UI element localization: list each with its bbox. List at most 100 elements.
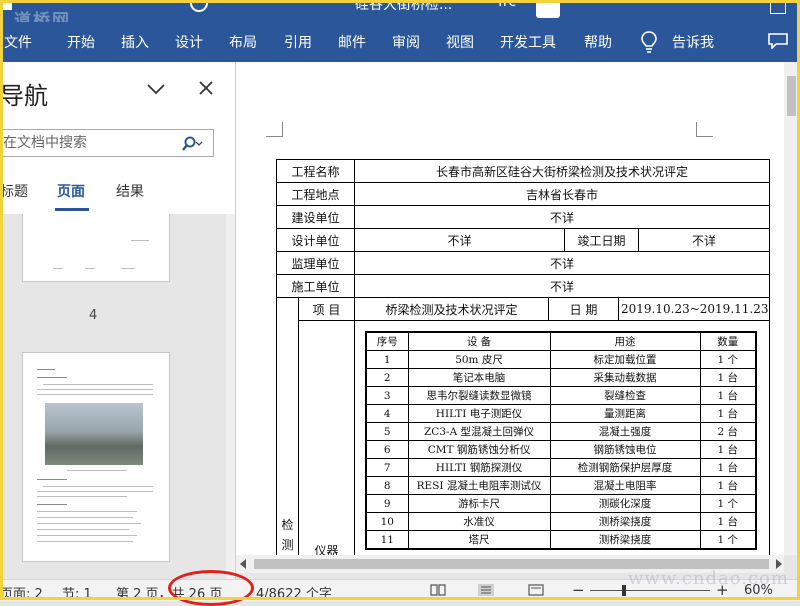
web-layout-icon[interactable] bbox=[528, 584, 544, 596]
instrument-row: 8 RESI 混凝土电阻率测试仪 混凝土电阻率 1 台 bbox=[365, 476, 757, 495]
tab-home[interactable]: 开始 bbox=[67, 32, 95, 52]
detect-label: 检测 bbox=[276, 297, 299, 555]
equipment-quantity: 1 个 bbox=[699, 350, 757, 369]
tab-design[interactable]: 设计 bbox=[175, 32, 203, 52]
equipment-quantity: 1 台 bbox=[699, 458, 757, 477]
date-value: 2019.10.23~2019.11.23 bbox=[618, 297, 771, 321]
search-icon[interactable] bbox=[181, 136, 203, 152]
item-label: 项 目 bbox=[297, 297, 356, 321]
equipment-purpose: 标定加载位置 bbox=[549, 350, 701, 369]
nav-search-box bbox=[0, 129, 214, 157]
user-name[interactable]: frc bbox=[498, 0, 516, 10]
tab-help[interactable]: 帮助 bbox=[584, 32, 612, 52]
tab-references[interactable]: 引用 bbox=[284, 32, 312, 52]
date-label: 日 期 bbox=[548, 297, 620, 321]
close-icon[interactable] bbox=[198, 80, 214, 96]
page-thumbnail-4[interactable] bbox=[22, 214, 170, 282]
zoom-slider-track[interactable] bbox=[590, 590, 710, 591]
completion-label: 竣工日期 bbox=[564, 228, 640, 252]
tab-mailings[interactable]: 邮件 bbox=[338, 32, 366, 52]
equipment-purpose: 测桥梁挠度 bbox=[549, 530, 701, 550]
print-layout-icon[interactable] bbox=[478, 584, 494, 596]
col-header: 数量 bbox=[699, 331, 757, 351]
restore-icon[interactable] bbox=[770, 0, 786, 14]
equipment-name: HILTI 钢筋探测仪 bbox=[407, 458, 551, 477]
instrument-row: 1 50m 皮尺 标定加载位置 1 个 bbox=[365, 350, 757, 369]
read-mode-icon[interactable] bbox=[430, 584, 446, 596]
instrument-row: 10 水准仪 测桥梁挠度 1 台 bbox=[365, 512, 757, 531]
title-bar: 道桥网 硅谷大街桥检... frc bbox=[0, 0, 800, 22]
page-thumbnail-5[interactable] bbox=[22, 352, 170, 562]
project-name-label: 工程名称 bbox=[275, 159, 356, 183]
chevron-down-icon[interactable] bbox=[146, 82, 166, 96]
status-word-count[interactable]: 4/8622 个字 bbox=[256, 583, 332, 602]
project-info-table: 工程名称 长春市高新区硅谷大街桥梁检测及技术状况评定 工程地点 吉林省长春市 建… bbox=[275, 159, 771, 555]
comment-icon[interactable] bbox=[768, 33, 788, 49]
site-logo-watermark: 道桥网 bbox=[14, 11, 71, 22]
equipment-purpose: 测桥梁挠度 bbox=[549, 512, 701, 531]
save-icon[interactable] bbox=[0, 0, 12, 10]
status-page[interactable]: 页面: 2 bbox=[0, 583, 43, 602]
active-tab-indicator bbox=[55, 208, 89, 211]
equipment-purpose: 测碳化深度 bbox=[549, 494, 701, 513]
lightbulb-icon[interactable] bbox=[640, 31, 658, 53]
equipment-name: 笔记本电脑 bbox=[407, 368, 551, 387]
row-number: 10 bbox=[365, 512, 409, 531]
equipment-quantity: 2 台 bbox=[699, 422, 757, 441]
equipment-purpose: 钢筋锈蚀电位 bbox=[549, 440, 701, 459]
scroll-left-icon[interactable] bbox=[240, 559, 246, 569]
bridge-photo-thumbnail bbox=[45, 403, 143, 465]
tell-me-search[interactable]: 告诉我 bbox=[672, 32, 714, 52]
search-icon[interactable] bbox=[190, 0, 208, 12]
equipment-purpose: 混凝土强度 bbox=[549, 422, 701, 441]
zoom-slider-knob[interactable] bbox=[622, 585, 626, 596]
thumbnail-page-number: 4 bbox=[89, 308, 98, 323]
equipment-name: 塔尺 bbox=[407, 530, 551, 550]
status-section[interactable]: 节: 1 bbox=[62, 583, 92, 602]
instrument-row: 11 塔尺 测桥梁挠度 1 个 bbox=[365, 530, 757, 550]
construct-label: 施工单位 bbox=[275, 274, 356, 298]
nav-scrollbar[interactable] bbox=[226, 214, 235, 579]
tab-developer[interactable]: 开发工具 bbox=[500, 32, 556, 52]
tab-view[interactable]: 视图 bbox=[446, 32, 474, 52]
build-unit-label: 建设单位 bbox=[275, 205, 356, 229]
equipment-quantity: 1 台 bbox=[699, 512, 757, 531]
zoom-out-icon[interactable]: − bbox=[572, 581, 585, 599]
tab-review[interactable]: 审阅 bbox=[392, 32, 420, 52]
avatar[interactable] bbox=[536, 0, 560, 18]
search-input[interactable] bbox=[3, 132, 173, 154]
tab-file[interactable]: 文件 bbox=[4, 32, 32, 52]
project-name-value: 长春市高新区硅谷大街桥梁检测及技术状况评定 bbox=[354, 159, 771, 183]
crop-mark bbox=[266, 122, 283, 137]
vertical-scroll-thumb[interactable] bbox=[787, 76, 796, 116]
instrument-label: 仪器 bbox=[297, 320, 356, 555]
equipment-name: 50m 皮尺 bbox=[407, 350, 551, 369]
construct-value: 不详 bbox=[354, 274, 771, 298]
col-header: 用途 bbox=[549, 331, 701, 351]
instrument-row: 6 CMT 钢筋锈蚀分析仪 钢筋锈蚀电位 1 台 bbox=[365, 440, 757, 459]
tab-insert[interactable]: 插入 bbox=[121, 32, 149, 52]
tab-headings[interactable]: 标题 bbox=[0, 181, 28, 201]
equipment-quantity: 1 个 bbox=[699, 530, 757, 550]
tab-pages[interactable]: 页面 bbox=[57, 181, 85, 201]
item-value: 桥梁检测及技术状况评定 bbox=[354, 297, 550, 321]
design-unit-value: 不详 bbox=[354, 228, 566, 252]
tab-results[interactable]: 结果 bbox=[116, 181, 144, 201]
document-area: 工程名称 长春市高新区硅谷大街桥梁检测及技术状况评定 工程地点 吉林省长春市 建… bbox=[236, 62, 784, 555]
site-watermark: www.cndao.com bbox=[628, 568, 789, 589]
crop-mark bbox=[696, 122, 713, 137]
equipment-quantity: 1 台 bbox=[699, 368, 757, 387]
status-page-count[interactable]: 第 2 页，共 26 页 bbox=[116, 583, 222, 602]
build-unit-value: 不详 bbox=[354, 205, 771, 229]
tab-layout[interactable]: 布局 bbox=[229, 32, 257, 52]
instrument-row: 2 笔记本电脑 采集动载数据 1 台 bbox=[365, 368, 757, 387]
instrument-row: 4 HILTI 电子测距仪 量测距离 1 台 bbox=[365, 404, 757, 423]
instrument-header-row: 序号 设 备 用途 数量 bbox=[365, 331, 757, 351]
equipment-purpose: 裂缝检查 bbox=[549, 386, 701, 405]
vertical-scrollbar[interactable] bbox=[784, 62, 800, 555]
row-number: 3 bbox=[365, 386, 409, 405]
location-label: 工程地点 bbox=[275, 182, 356, 206]
equipment-quantity: 1 台 bbox=[699, 476, 757, 495]
ribbon-tabs: 文件 开始 插入 设计 布局 引用 邮件 审阅 视图 开发工具 帮助 告诉我 bbox=[0, 22, 800, 62]
row-number: 8 bbox=[365, 476, 409, 495]
